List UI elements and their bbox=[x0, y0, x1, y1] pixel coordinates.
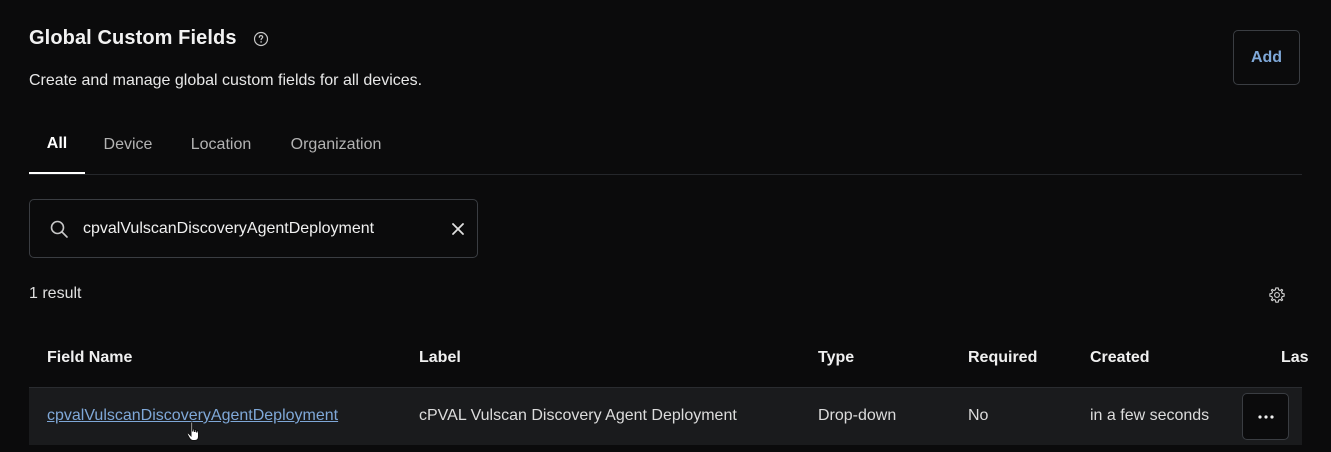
more-horizontal-icon bbox=[1257, 414, 1274, 419]
gear-icon[interactable] bbox=[1268, 286, 1286, 304]
add-button[interactable]: Add bbox=[1233, 30, 1300, 85]
hand-pointer-icon bbox=[186, 421, 202, 447]
field-created: in a few seconds bbox=[1090, 407, 1210, 424]
column-header-required[interactable]: Required bbox=[968, 349, 1037, 367]
row-actions-button[interactable] bbox=[1242, 393, 1289, 440]
table-row: cpvalVulscanDiscoveryAgentDeployment cPV… bbox=[29, 388, 1302, 445]
tab-location[interactable]: Location bbox=[181, 116, 261, 174]
column-header-type[interactable]: Type bbox=[818, 349, 854, 367]
field-type: Drop-down bbox=[818, 407, 897, 424]
field-label: cPVAL Vulscan Discovery Agent Deployment bbox=[419, 407, 737, 424]
column-header-label[interactable]: Label bbox=[419, 349, 461, 367]
page-header: Global Custom Fields bbox=[29, 27, 269, 50]
close-icon[interactable] bbox=[450, 221, 466, 237]
column-header-last[interactable]: Las bbox=[1281, 349, 1309, 367]
column-header-field-name[interactable]: Field Name bbox=[47, 349, 132, 367]
result-count: 1 result bbox=[29, 285, 82, 302]
page-title: Global Custom Fields bbox=[29, 27, 237, 49]
tab-device[interactable]: Device bbox=[95, 116, 161, 174]
column-header-created[interactable]: Created bbox=[1090, 349, 1150, 367]
page-subtitle: Create and manage global custom fields f… bbox=[29, 72, 423, 89]
search-box bbox=[29, 199, 478, 258]
help-icon[interactable] bbox=[253, 31, 269, 47]
tab-all[interactable]: All bbox=[29, 116, 85, 174]
field-required: No bbox=[968, 407, 989, 424]
tab-bar: All Device Location Organization bbox=[29, 116, 1302, 175]
search-input[interactable] bbox=[83, 217, 423, 241]
search-icon bbox=[49, 219, 69, 239]
table-header: Field Name Label Type Required Created L… bbox=[29, 330, 1309, 388]
tab-organization[interactable]: Organization bbox=[281, 116, 391, 174]
